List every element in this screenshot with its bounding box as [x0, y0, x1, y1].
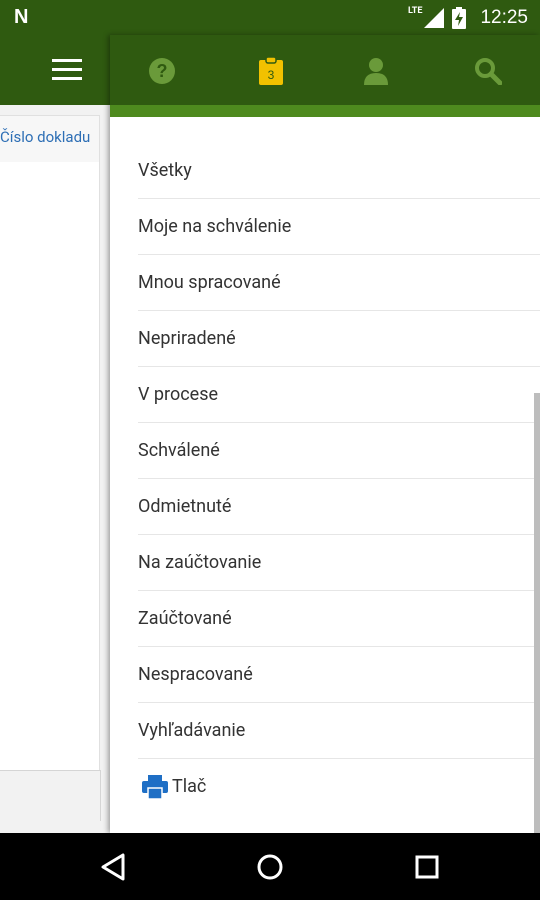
menu-item-print[interactable]: Tlač: [142, 759, 540, 814]
menu-item-mine-for-approval[interactable]: Moje na schválenie: [138, 199, 540, 255]
drawer-accent-stripe: [110, 105, 540, 117]
signal-icon: [424, 7, 445, 28]
menu-item-rejected[interactable]: Odmietnuté: [138, 479, 540, 535]
user-icon[interactable]: [356, 51, 396, 91]
menu-item-search[interactable]: Vyhľadávanie: [138, 703, 540, 759]
column-header-document-number[interactable]: Číslo dokladu: [0, 116, 99, 162]
back-icon[interactable]: [97, 850, 131, 884]
recents-icon[interactable]: [410, 850, 444, 884]
menu-item-all[interactable]: Všetky: [138, 143, 540, 199]
status-bar: N LTE 12:25: [0, 0, 540, 35]
svg-text:?: ?: [157, 61, 168, 81]
document-list-card: Číslo dokladu: [0, 115, 100, 777]
navigation-drawer: ? 3 Všetky Moje na schválenie Mnou sprac…: [110, 35, 540, 855]
print-label: Tlač: [172, 776, 207, 797]
help-icon[interactable]: ?: [142, 51, 182, 91]
home-icon[interactable]: [253, 850, 287, 884]
notification-n-icon: N: [14, 6, 29, 28]
filter-menu: Všetky Moje na schválenie Mnou spracovan…: [110, 143, 540, 814]
list-footer: [0, 770, 101, 821]
search-icon[interactable]: [468, 51, 508, 91]
clock: 12:25: [480, 6, 528, 28]
battery-charging-icon: [452, 6, 467, 29]
drawer-tab-bar: ? 3: [110, 35, 540, 105]
menu-item-in-process[interactable]: V procese: [138, 367, 540, 423]
menu-item-for-posting[interactable]: Na zaúčtovanie: [138, 535, 540, 591]
network-type: LTE: [407, 5, 423, 16]
system-nav-bar: [0, 833, 540, 900]
menu-item-unassigned[interactable]: Nepriradené: [138, 311, 540, 367]
menu-item-approved[interactable]: Schválené: [138, 423, 540, 479]
scrollbar[interactable]: [534, 393, 540, 855]
menu-item-posted[interactable]: Zaúčtované: [138, 591, 540, 647]
menu-item-unprocessed[interactable]: Nespracované: [138, 647, 540, 703]
clipboard-icon[interactable]: 3: [251, 51, 291, 91]
document-list-panel: Číslo dokladu: [0, 105, 110, 833]
menu-item-processed-by-me[interactable]: Mnou spracované: [138, 255, 540, 311]
menu-icon[interactable]: [52, 59, 82, 81]
svg-text:3: 3: [268, 68, 275, 82]
printer-icon: [142, 774, 168, 799]
